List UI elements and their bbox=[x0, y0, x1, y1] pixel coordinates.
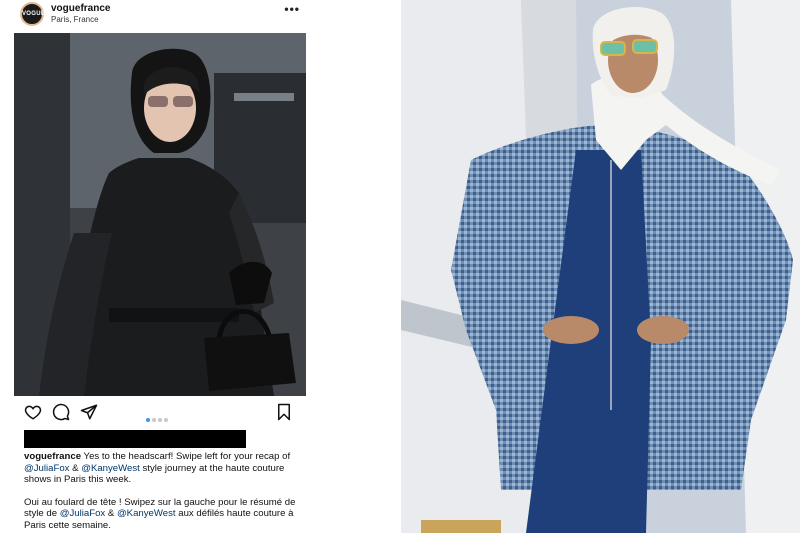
post-header: VOGUE voguefrance Paris, France ••• bbox=[14, 0, 306, 30]
mention-link[interactable]: @KanyeWest bbox=[117, 508, 176, 519]
comment-icon[interactable] bbox=[52, 403, 70, 421]
mention-link[interactable]: @JuliaFox bbox=[60, 508, 105, 519]
post-photo[interactable] bbox=[14, 33, 306, 396]
caption-username[interactable]: voguefrance bbox=[24, 451, 81, 462]
caption-text: & bbox=[105, 508, 117, 520]
paper-plane-icon[interactable] bbox=[80, 403, 98, 421]
post-location[interactable]: Paris, France bbox=[51, 15, 99, 24]
post-actions-bar bbox=[14, 400, 306, 424]
caption-text: Yes to the headscarf! Swipe left for you… bbox=[81, 451, 291, 462]
bookmark-icon[interactable] bbox=[276, 403, 292, 421]
avatar-logo-text: VOGUE bbox=[22, 11, 46, 17]
carousel-indicator bbox=[146, 409, 170, 427]
caption-english: voguefrance Yes to the headscarf! Swipe … bbox=[24, 451, 300, 486]
carousel-dot-active bbox=[146, 418, 150, 422]
more-horizontal-icon[interactable]: ••• bbox=[284, 2, 300, 16]
carousel-dot bbox=[152, 418, 156, 422]
instagram-post: VOGUE voguefrance Paris, France ••• vogu… bbox=[0, 0, 400, 533]
redaction-bar bbox=[24, 430, 246, 448]
caption-french: Oui au foulard de tête ! Swipez sur la g… bbox=[24, 497, 300, 532]
post-caption: voguefrance Yes to the headscarf! Swipe … bbox=[24, 451, 300, 532]
carousel-dot bbox=[158, 418, 162, 422]
carousel-dot bbox=[164, 418, 168, 422]
heart-icon[interactable] bbox=[24, 403, 42, 421]
mention-link[interactable]: @JuliaFox bbox=[24, 463, 69, 474]
avatar[interactable]: VOGUE bbox=[20, 2, 46, 26]
mention-link[interactable]: @KanyeWest bbox=[81, 463, 140, 474]
fashion-photo bbox=[401, 0, 800, 533]
post-username[interactable]: voguefrance bbox=[51, 3, 110, 14]
caption-text: & bbox=[69, 462, 82, 474]
